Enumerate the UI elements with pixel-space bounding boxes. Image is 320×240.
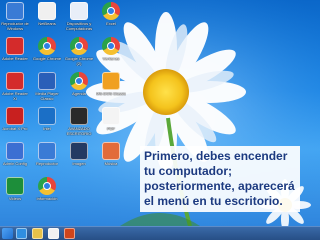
caption-line-2: tu computador; [144, 164, 232, 178]
shortcut-label: Reproductor [35, 162, 58, 166]
chrome-icon [38, 37, 56, 55]
pdf-icon [6, 72, 24, 90]
caption-line-3: posteriormente, aparecerá [144, 179, 295, 193]
powerpoint-icon[interactable] [64, 228, 75, 239]
shortcut-label: Ventanas [102, 57, 120, 61]
media-player-icon [38, 142, 56, 160]
desktop-shortcut[interactable]: Intel [32, 107, 62, 132]
image-icon [70, 142, 88, 160]
desktop-shortcut[interactable]: Google Chrome [32, 37, 62, 62]
desktop-shortcut[interactable]: Imagen [64, 142, 94, 167]
shortcut-label: Agenda [72, 92, 86, 96]
netbeans-icon [38, 2, 56, 20]
shortcut-label: Adobe Reader XI [2, 92, 28, 101]
chrome-icon [70, 37, 88, 55]
shortcut-label: Excel [106, 22, 116, 26]
media-player-icon [38, 72, 56, 90]
folder-icon [102, 142, 120, 160]
computer-icon [70, 2, 88, 20]
desktop-shortcut[interactable]: Agenda [64, 72, 94, 97]
desktop-shortcut[interactable]: PDF [96, 107, 126, 132]
desktop-shortcut[interactable]: Admin Config [0, 142, 30, 167]
desktop-shortcut[interactable]: Adobe Reader XI [0, 72, 30, 101]
caption-line-4: el menú en tu escritorio. [144, 194, 283, 208]
desktop-shortcut[interactable]: NetBeans [32, 2, 62, 27]
desktop-shortcut[interactable]: Excel [96, 2, 126, 27]
desktop-shortcut[interactable]: Media Player Classic [32, 72, 62, 101]
video-icon [6, 177, 24, 195]
shortcut-label: Música [104, 162, 118, 166]
acrobat-icon [6, 107, 24, 125]
desktop-shortcut[interactable]: Reproductor de Windows [0, 2, 30, 31]
desktop-shortcut[interactable]: Google Chrome (2) [64, 37, 94, 66]
shortcut-label: Reproductor de Windows [1, 22, 29, 31]
shortcut-label: Admin Config [2, 162, 27, 166]
shortcut-label: AVANZADO ESCRITORIO [66, 127, 92, 136]
chrome-icon [70, 72, 88, 90]
pdf-icon [6, 37, 24, 55]
desktop-shortcut[interactable]: Ventanas [96, 37, 126, 62]
shortcut-label: PDF [107, 127, 115, 131]
shortcut-label: Acrobat X Pro [2, 127, 28, 131]
shortcut-label: Adobe Reader [2, 57, 28, 61]
chrome-icon [38, 177, 56, 195]
dos-icon [102, 72, 120, 90]
media-player-icon[interactable] [48, 228, 59, 239]
shortcut-label: Videos [8, 197, 22, 201]
media-player-icon [6, 2, 24, 20]
desktop-shortcut[interactable]: AVANZADO ESCRITORIO [64, 107, 94, 136]
shortcut-label: Google Chrome (2) [64, 57, 94, 66]
monitor-icon [38, 107, 56, 125]
document-icon [102, 107, 120, 125]
chrome-icon [102, 37, 120, 55]
desktop-shortcut[interactable]: Información [32, 177, 62, 202]
shortcut-label: Dispositivos y Computadoras [65, 22, 93, 31]
settings-icon [6, 142, 24, 160]
shortcut-label: NetBeans [38, 22, 56, 26]
desktop-shortcut[interactable]: Acrobat X Pro [0, 107, 30, 132]
shortcut-label: Información [36, 197, 58, 201]
caption-line-1: Primero, debes encender [144, 149, 288, 163]
shortcut-label: Imagen [72, 162, 86, 166]
instruction-caption: Primero, debes encender tu computador; p… [140, 146, 300, 212]
desktop-shortcut[interactable]: Adobe Reader [0, 37, 30, 62]
desktop-shortcut[interactable]: MS-DOS Classic [96, 72, 126, 97]
chrome-icon [102, 2, 120, 20]
internet-explorer-icon[interactable] [16, 228, 27, 239]
desktop-shortcut[interactable]: Videos [0, 177, 30, 202]
shortcut-label: Media Player Classic [35, 92, 59, 101]
shortcut-label: Intel [43, 127, 51, 131]
desktop-shortcut[interactable]: Dispositivos y Computadoras [64, 2, 94, 31]
taskbar [0, 226, 320, 240]
desktop-shortcut[interactable]: Reproductor [32, 142, 62, 167]
start-button[interactable] [2, 228, 13, 239]
shortcut-label: MS-DOS Classic [96, 92, 126, 96]
shortcut-label: Google Chrome [32, 57, 62, 61]
desktop-shortcut[interactable]: Música [96, 142, 126, 167]
app-icon [70, 107, 88, 125]
file-explorer-icon[interactable] [32, 228, 43, 239]
